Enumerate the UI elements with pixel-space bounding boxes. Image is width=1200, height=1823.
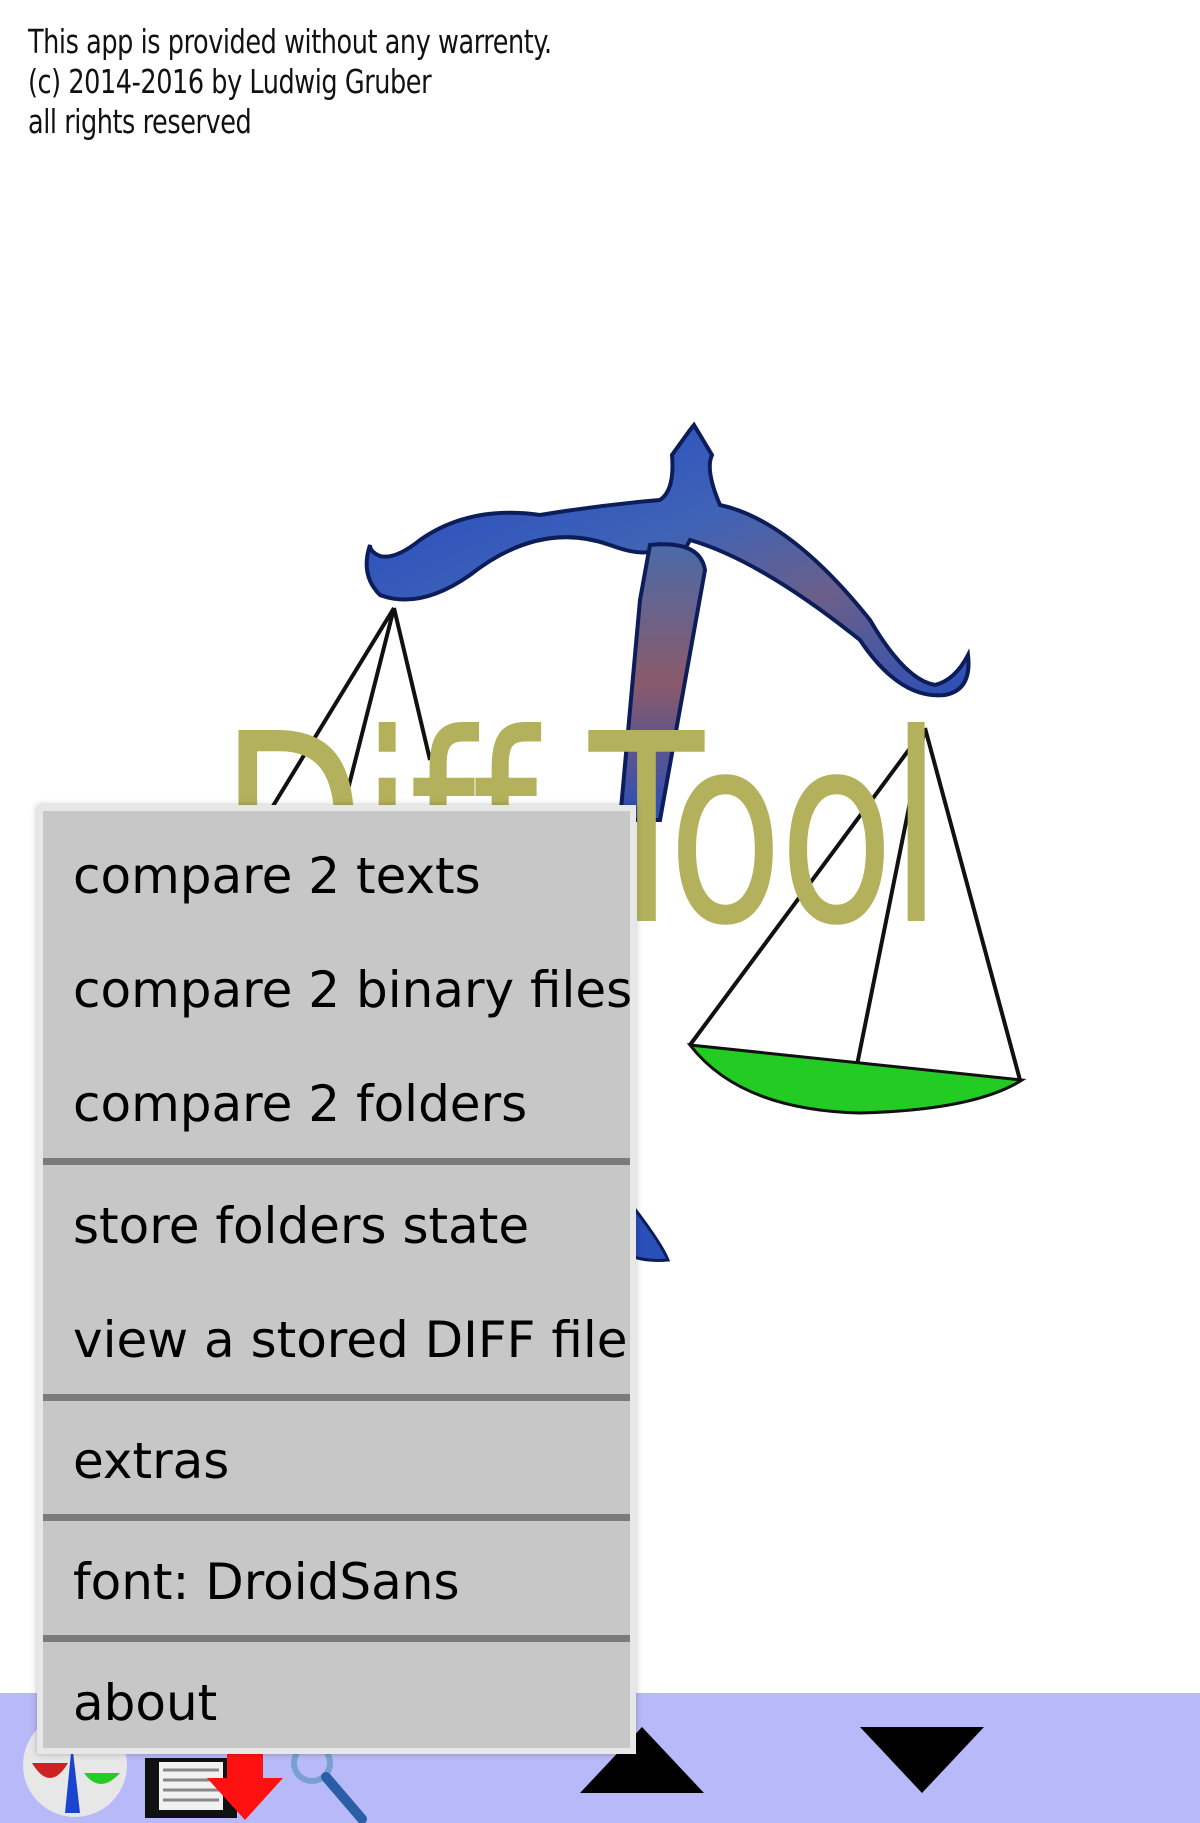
arrow-down-icon[interactable] [860,1727,984,1793]
popup-menu: compare 2 texts compare 2 binary files c… [37,805,636,1754]
menu-item-store-folders-state[interactable]: store folders state [43,1191,630,1261]
menu-item-font[interactable]: font: DroidSans [43,1547,630,1617]
menu-item-compare-texts[interactable]: compare 2 texts [43,841,630,911]
menu-item-about[interactable]: about [43,1668,630,1738]
menu-item-compare-folders[interactable]: compare 2 folders [43,1069,630,1139]
menu-divider [43,1635,630,1642]
menu-divider [43,1158,630,1165]
menu-item-compare-binary[interactable]: compare 2 binary files [43,955,632,1025]
menu-item-extras[interactable]: extras [43,1426,630,1496]
save-floppy-icon[interactable] [145,1748,285,1823]
menu-divider [43,1514,630,1521]
menu-divider [43,1394,630,1401]
menu-item-view-diff-file[interactable]: view a stored DIFF file [43,1305,630,1375]
